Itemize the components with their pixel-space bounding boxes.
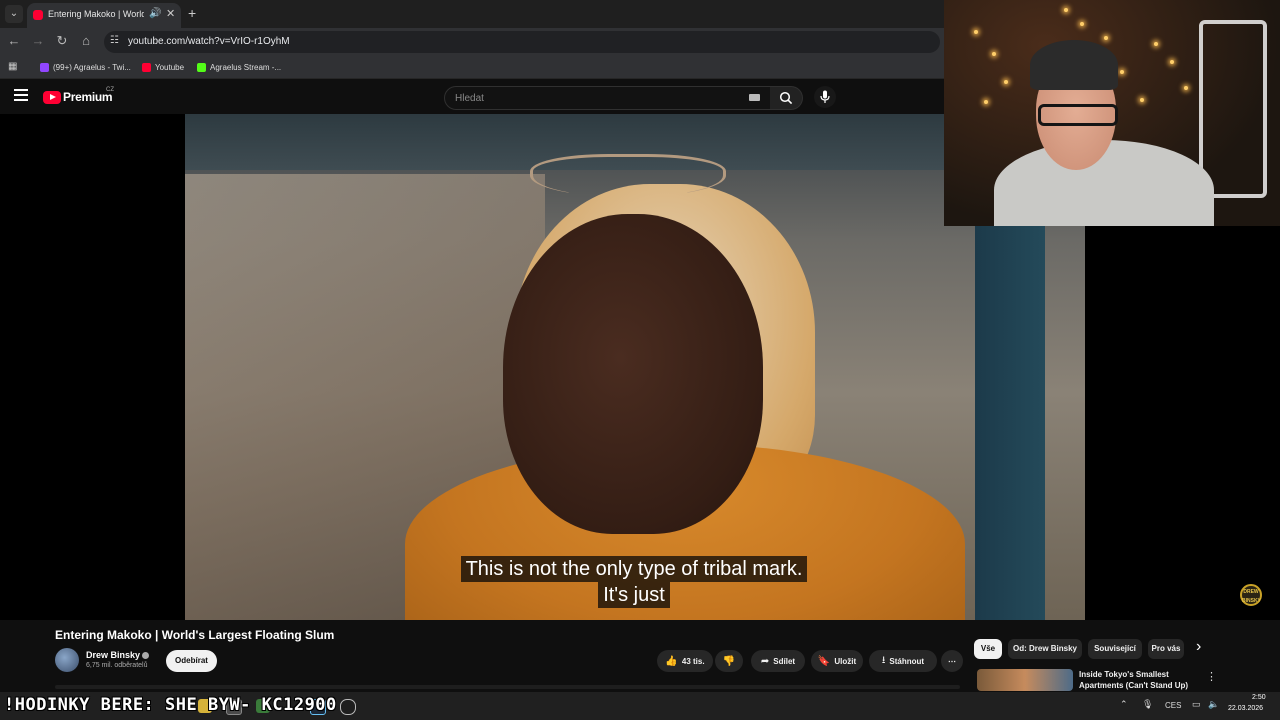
search-icon: [779, 91, 793, 105]
network-icon[interactable]: ▭: [1192, 699, 1201, 710]
streamer-glasses: [1038, 104, 1118, 126]
save-label: Uložit: [834, 656, 857, 666]
clock-date[interactable]: 22.03.2026: [1228, 705, 1263, 712]
channel-watermark[interactable]: DREW BINSKY: [1240, 584, 1262, 606]
voice-search-button[interactable]: [814, 86, 836, 108]
channel-name[interactable]: Drew Binsky: [86, 650, 140, 660]
like-count: 43 tis.: [681, 656, 705, 666]
dislike-button[interactable]: 👎: [715, 650, 743, 672]
recommendation-title[interactable]: Inside Tokyo's Smallest Apartments (Can'…: [1079, 669, 1191, 691]
address-bar[interactable]: ☷ youtube.com/watch?v=VrIO-r1OyhM: [104, 31, 940, 53]
browser-tab-strip: ⌄ Entering Makoko | World's La 🔊 ✕ +: [0, 0, 944, 28]
streamer-cap: [1030, 40, 1118, 90]
chevron-right-icon[interactable]: ›: [1196, 638, 1201, 656]
bookmark-label: Agraelus Stream -...: [210, 62, 282, 72]
video-title: Entering Makoko | World's Largest Floati…: [55, 628, 335, 642]
download-button[interactable]: ⭳ Stáhnout: [869, 650, 937, 672]
twitch-icon: [40, 62, 49, 72]
share-label: Sdílet: [773, 656, 796, 666]
more-actions-button[interactable]: ⋯: [941, 650, 963, 672]
bookmark-label: Youtube: [155, 62, 185, 72]
more-horizontal-icon: ⋯: [948, 656, 956, 666]
webcam-chair: [1199, 20, 1267, 198]
tab-title: Entering Makoko | World's La: [48, 9, 144, 19]
video-details: Entering Makoko | World's Largest Floati…: [0, 620, 1280, 692]
bookmark-label: (99+) Agraelus - Twi...: [53, 62, 131, 72]
video-subject-sunglasses: [530, 154, 726, 197]
recommendation-thumbnail[interactable]: [977, 669, 1073, 691]
obs-icon[interactable]: [340, 699, 356, 715]
more-vertical-icon[interactable]: ⋮: [1206, 670, 1217, 683]
youtube-favicon-icon: [33, 10, 43, 20]
download-label: Stáhnout: [889, 656, 925, 666]
chip-from-channel[interactable]: Od: Drew Binsky: [1008, 639, 1082, 659]
subtitle-line: It's just: [598, 582, 670, 608]
speaker-icon[interactable]: 🔊: [149, 8, 161, 19]
hamburger-menu-icon[interactable]: [14, 89, 28, 101]
video-subtitles: This is not the only type of tribal mark…: [0, 556, 1268, 608]
forward-button[interactable]: →: [30, 33, 46, 48]
site-info-icon[interactable]: ☷: [110, 35, 119, 46]
search-button[interactable]: [770, 86, 803, 110]
channel-avatar[interactable]: [55, 648, 79, 672]
microphone-icon[interactable]: 🎙: [1142, 699, 1153, 710]
share-button[interactable]: ➦ Sdílet: [751, 650, 805, 672]
subtitle-line: This is not the only type of tribal mark…: [460, 556, 808, 582]
youtube-brand-label[interactable]: Premium: [63, 90, 113, 104]
search-box[interactable]: [444, 86, 772, 110]
bookmark-item[interactable]: Youtube: [142, 60, 184, 74]
back-button[interactable]: ←: [6, 33, 22, 48]
tab-close-button[interactable]: ✕: [166, 7, 175, 20]
bookmark-icon: 🔖: [817, 655, 831, 667]
chip-related[interactable]: Související: [1088, 639, 1142, 659]
youtube-logo-icon[interactable]: [43, 91, 61, 104]
bookmark-item[interactable]: Agraelus Stream -...: [197, 60, 281, 74]
kick-icon: [197, 62, 206, 72]
streamer-webcam: [944, 0, 1280, 226]
verified-icon: [142, 652, 149, 659]
stream-overlay-ticker: !HODINKY BERE: SHE BYW- KC12900: [4, 695, 337, 715]
browser-toolbar: ← → ↻ ⌂ ☷ youtube.com/watch?v=VrIO-r1Oyh…: [0, 28, 944, 56]
bookmarks-bar: ▦ (99+) Agraelus - Twi... Youtube Agrael…: [0, 56, 944, 79]
thumbs-up-icon: 👍: [665, 655, 678, 667]
thumbs-down-icon: 👎: [722, 655, 736, 667]
like-button[interactable]: 👍 43 tis.: [657, 650, 713, 672]
url-text[interactable]: youtube.com/watch?v=VrIO-r1OyhM: [128, 36, 290, 47]
youtube-icon: [142, 62, 151, 72]
youtube-header: Premium CZ: [0, 80, 944, 114]
video-subject-face: [503, 214, 763, 534]
search-input[interactable]: [453, 90, 737, 106]
description-box[interactable]: [55, 685, 960, 689]
share-icon: ➦: [760, 655, 770, 667]
tray-chevron-up-icon[interactable]: ⌃: [1120, 699, 1128, 710]
region-label: CZ: [106, 87, 114, 93]
subscriber-count: 6,75 mil. odběratelů: [86, 662, 148, 669]
new-tab-button[interactable]: +: [188, 5, 196, 21]
reload-button[interactable]: ↻: [54, 33, 70, 49]
microphone-icon: [820, 90, 830, 103]
subscribe-button[interactable]: Odebírat: [166, 650, 217, 672]
volume-icon[interactable]: 🔈: [1208, 699, 1219, 710]
windows-taskbar: !HODINKY BERE: SHE BYW- KC12900 ⌃ 🎙 CES …: [0, 692, 1280, 720]
apps-grid-icon[interactable]: ▦: [8, 61, 17, 72]
download-icon: ⭳: [881, 654, 886, 666]
chip-for-you[interactable]: Pro vás: [1148, 639, 1184, 659]
clock-time[interactable]: 2:50: [1252, 694, 1266, 701]
bookmark-item[interactable]: (99+) Agraelus - Twi...: [40, 60, 131, 74]
keyboard-icon[interactable]: [749, 94, 760, 101]
language-indicator[interactable]: CES: [1165, 701, 1181, 710]
chip-all[interactable]: Vše: [974, 639, 1002, 659]
home-button[interactable]: ⌂: [78, 33, 94, 48]
browser-tab-active[interactable]: Entering Makoko | World's La 🔊 ✕: [27, 3, 181, 28]
tab-search-button[interactable]: ⌄: [5, 5, 23, 23]
save-button[interactable]: 🔖 Uložit: [811, 650, 863, 672]
